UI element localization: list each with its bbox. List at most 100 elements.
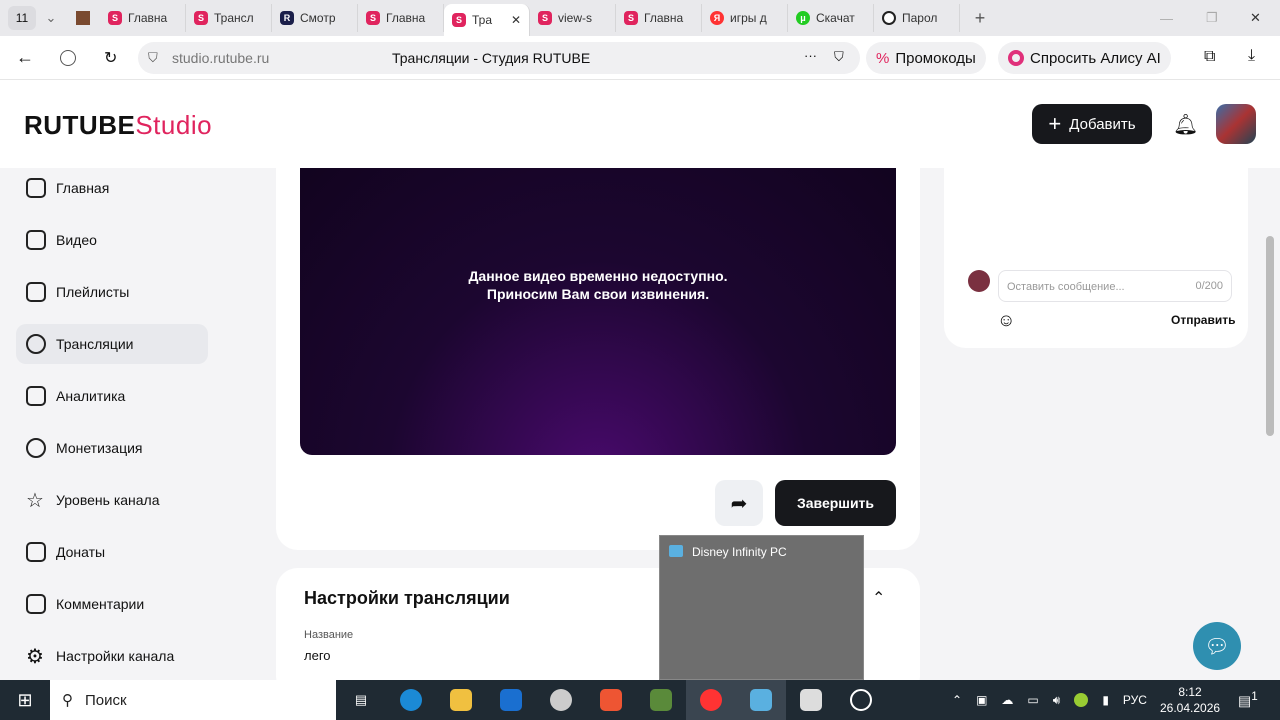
sidebar-item-settings[interactable]: ⚙ Настройки канала	[16, 636, 208, 676]
app-window-icon[interactable]	[786, 680, 836, 720]
nav-label: Настройки канала	[56, 648, 175, 664]
utorrent-favicon: μ	[796, 11, 810, 25]
task-view-icon[interactable]: ▤	[336, 680, 386, 720]
yandex-browser-icon[interactable]	[686, 680, 736, 720]
edge-icon[interactable]	[386, 680, 436, 720]
playlist-icon	[26, 282, 46, 302]
tab[interactable]: Sview-s	[530, 4, 616, 32]
nav-label: Уровень канала	[56, 492, 160, 508]
film-icon[interactable]	[536, 680, 586, 720]
reload-icon[interactable]: ↻	[104, 48, 117, 68]
avatar[interactable]	[1216, 104, 1256, 144]
promo-button[interactable]: % Промокоды	[866, 42, 986, 74]
tab-count[interactable]: 11	[8, 6, 36, 30]
sidebar-item-video[interactable]: Видео	[16, 220, 208, 260]
sidebar-item-comments[interactable]: Комментарии	[16, 584, 208, 624]
mic-icon[interactable]: ▮	[1102, 693, 1109, 707]
bell-icon[interactable]: 🔔︎	[1173, 112, 1198, 137]
tab-label: Главна	[128, 11, 168, 25]
chat-placeholder: Оставить сообщение...	[1007, 281, 1125, 293]
add-button[interactable]: + Добавить	[1032, 104, 1152, 144]
minimize-button[interactable]: —	[1160, 11, 1173, 26]
onedrive-icon[interactable]: ☁	[1001, 693, 1013, 707]
url-field[interactable]: ⛉ studio.rutube.ru Трансляции - Студия R…	[138, 42, 860, 74]
yandex-taskbar-icon[interactable]	[586, 680, 636, 720]
outlook-icon[interactable]	[486, 680, 536, 720]
sidebar-item-donations[interactable]: Донаты	[16, 532, 208, 572]
shield-icon: ⛉	[148, 50, 158, 65]
url-text: studio.rutube.ru	[172, 50, 270, 66]
tab[interactable]: R Смотр	[272, 4, 358, 32]
sidebar-item-analytics[interactable]: Аналитика	[16, 376, 208, 416]
bookmark-icon[interactable]: ⛉	[834, 49, 844, 65]
send-button[interactable]: Отправить	[1171, 313, 1235, 327]
disney-infinity-icon[interactable]	[736, 680, 786, 720]
clock[interactable]: 8:12 26.04.2026	[1160, 684, 1220, 716]
sidebar-item-level[interactable]: ☆ Уровень канала	[16, 480, 208, 520]
tab-thumb[interactable]	[66, 11, 100, 25]
download-icon[interactable]: ⤓	[1248, 47, 1255, 65]
ruble-icon	[26, 438, 46, 458]
tab[interactable]: Парол	[874, 4, 960, 32]
more-icon[interactable]: ···	[804, 48, 817, 63]
tab[interactable]: μ Скачат	[788, 4, 874, 32]
rutube-favicon: S	[366, 11, 380, 25]
explorer-icon[interactable]	[436, 680, 486, 720]
chat-input[interactable]: Оставить сообщение... 0/200	[998, 270, 1232, 302]
search-label: Поиск	[85, 691, 127, 709]
nav-label: Донаты	[56, 544, 106, 560]
minecraft-icon[interactable]	[636, 680, 686, 720]
app-icon	[669, 545, 683, 557]
name-value[interactable]: лего	[304, 648, 331, 663]
tab-label: Тра	[472, 13, 493, 27]
extensions-icon[interactable]: ⧉	[1204, 48, 1215, 66]
network-icon[interactable]: ▭	[1027, 693, 1038, 707]
restore-button[interactable]: ❐	[1206, 10, 1218, 26]
app-tray-icon[interactable]	[1074, 693, 1089, 707]
start-button[interactable]: ⊞	[0, 680, 50, 720]
back-icon[interactable]: ←	[16, 47, 34, 68]
tabs-menu-icon[interactable]: ⌄	[36, 10, 66, 26]
nav-label: Видео	[56, 232, 97, 248]
new-tab-button[interactable]: +	[960, 8, 1000, 29]
emoji-icon[interactable]: ☺	[997, 310, 1015, 331]
notification-count: 1	[1251, 690, 1258, 703]
notifications-button[interactable]: ▤1	[1238, 690, 1258, 710]
sidebar-item-monetization[interactable]: Монетизация	[16, 428, 208, 468]
tab[interactable]: S Главна	[616, 4, 702, 32]
nav-label: Монетизация	[56, 440, 143, 456]
sidebar-item-home[interactable]: Главная	[16, 168, 208, 208]
finish-button[interactable]: Завершить	[775, 480, 896, 526]
search-box[interactable]: ⚲ Поиск	[50, 680, 336, 720]
tab[interactable]: Яигры д	[702, 4, 788, 32]
camera-icon[interactable]: ▣	[976, 693, 987, 707]
settings-title: Настройки трансляции	[304, 588, 510, 608]
close-tab-icon[interactable]: ✕	[511, 13, 521, 27]
nav-label: Трансляции	[56, 336, 134, 352]
rutube-favicon: S	[538, 11, 552, 25]
tab[interactable]: S Главна	[358, 4, 444, 32]
language-indicator[interactable]: РУС	[1123, 693, 1147, 707]
share-button[interactable]: ➦	[715, 480, 763, 526]
recorder-icon[interactable]	[836, 680, 886, 720]
close-window-button[interactable]: ✕	[1250, 10, 1261, 26]
yandex-icon[interactable]	[60, 49, 76, 66]
sidebar-item-playlists[interactable]: Плейлисты	[16, 272, 208, 312]
collapse-icon[interactable]: ⌃	[872, 588, 885, 608]
alice-icon	[1008, 50, 1024, 66]
video-player[interactable]: Данное видео временно недоступно. Приноси…	[300, 168, 896, 455]
taskbar-preview[interactable]: Disney Infinity PC	[659, 535, 864, 680]
chat-counter: 0/200	[1195, 280, 1223, 292]
sidebar-item-streams[interactable]: Трансляции	[16, 324, 208, 364]
volume-icon[interactable]: 🔊︎	[1053, 693, 1061, 708]
tab-active[interactable]: S Тра ✕	[444, 4, 530, 36]
alice-button[interactable]: Спросить Алису AI	[998, 42, 1171, 74]
tray-chevron-icon[interactable]: ⌃	[952, 693, 962, 707]
rutube-favicon: S	[452, 13, 466, 27]
logo-suffix: Studio	[135, 110, 213, 140]
studio-logo[interactable]: RUTUBEStudio	[24, 110, 212, 141]
tab[interactable]: S Трансл	[186, 4, 272, 32]
tab[interactable]: S Главна	[100, 4, 186, 32]
help-button[interactable]: 💬︎	[1193, 622, 1241, 670]
scrollbar[interactable]	[1266, 236, 1274, 436]
